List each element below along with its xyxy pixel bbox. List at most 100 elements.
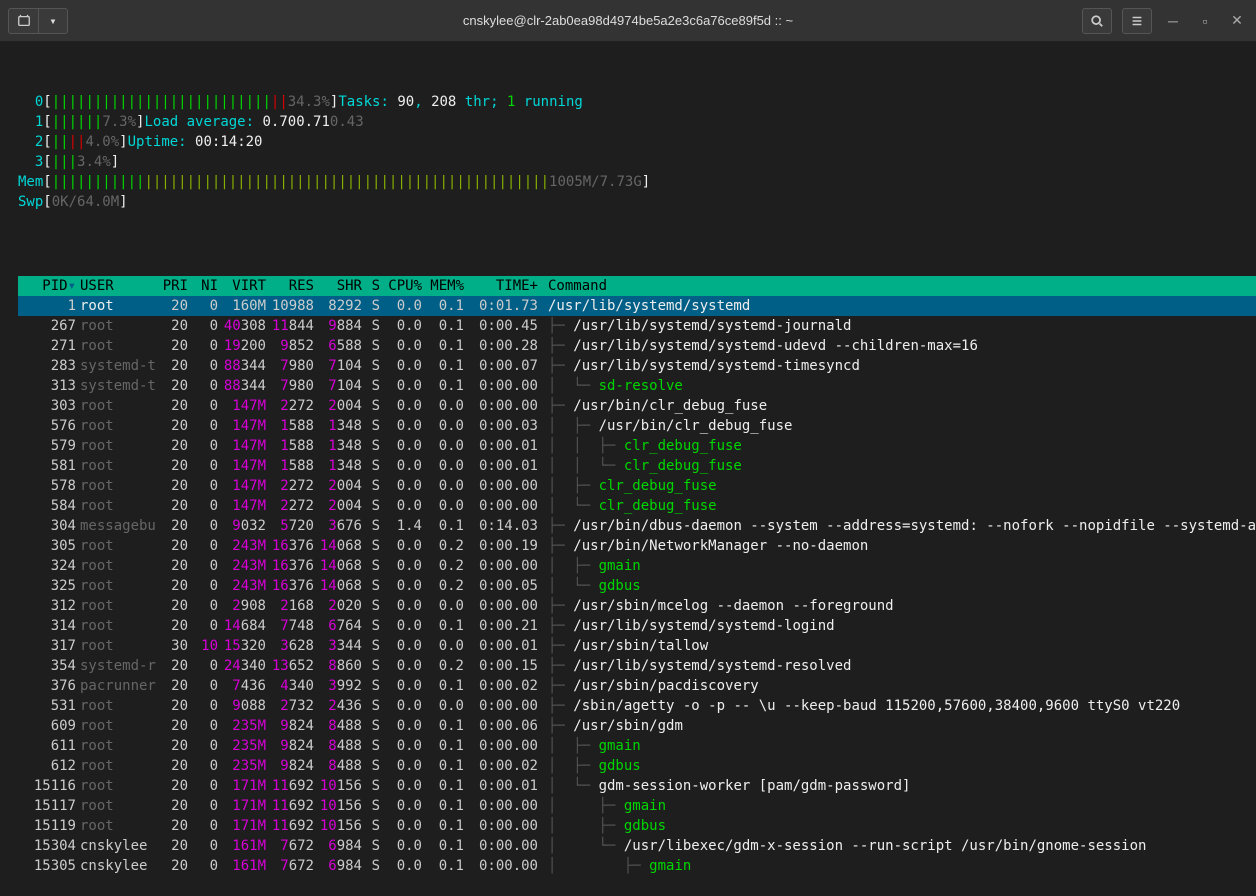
menu-button[interactable] <box>1122 8 1152 34</box>
process-row[interactable]: 314root2001468477486764S0.00.10:00.21├─ … <box>18 616 1256 636</box>
virt: 2908 <box>218 596 266 616</box>
user: root <box>76 476 154 496</box>
process-row[interactable]: 313systemd-t2008834479807104S0.00.10:00.… <box>18 376 1256 396</box>
search-button[interactable] <box>1082 8 1112 34</box>
mem: 0.0 <box>422 436 464 456</box>
process-row[interactable]: 15116root200171M1169210156S0.00.10:00.01… <box>18 776 1256 796</box>
mem: 0.1 <box>422 716 464 736</box>
pri: 20 <box>154 396 188 416</box>
mem: 0.2 <box>422 556 464 576</box>
new-tab-button[interactable] <box>8 8 38 34</box>
command: │ ├─ clr_debug_fuse <box>538 476 1256 496</box>
mem: 0.2 <box>422 536 464 556</box>
shr: 8488 <box>314 736 362 756</box>
col-header-TIME+[interactable]: TIME+ <box>464 276 538 296</box>
pid: 354 <box>18 656 76 676</box>
col-header-PID[interactable]: PID▾ <box>18 276 76 296</box>
process-row[interactable]: 531root200908827322436S0.00.00:00.00├─ /… <box>18 696 1256 716</box>
close-button[interactable]: ✕ <box>1226 12 1248 29</box>
user: root <box>76 716 154 736</box>
process-row[interactable]: 283systemd-t2008834479807104S0.00.10:00.… <box>18 356 1256 376</box>
cpu: 0.0 <box>380 596 422 616</box>
pri: 20 <box>154 576 188 596</box>
process-row[interactable]: 376pacrunner200743643403992S0.00.10:00.0… <box>18 676 1256 696</box>
minimize-button[interactable]: ─ <box>1162 13 1184 29</box>
process-row[interactable]: 15117root200171M1169210156S0.00.10:00.00… <box>18 796 1256 816</box>
process-row[interactable]: 584root200147M22722004S0.00.00:00.00│ └─… <box>18 496 1256 516</box>
process-row[interactable]: 325root200243M1637614068S0.00.20:00.05│ … <box>18 576 1256 596</box>
col-header-VIRT[interactable]: VIRT <box>218 276 266 296</box>
process-row[interactable]: 354systemd-r20024340136528860S0.00.20:00… <box>18 656 1256 676</box>
res: 9824 <box>266 736 314 756</box>
ni: 0 <box>188 436 218 456</box>
col-header-NI[interactable]: NI <box>188 276 218 296</box>
virt: 147M <box>218 476 266 496</box>
state: S <box>362 636 380 656</box>
process-row[interactable]: 578root200147M22722004S0.00.00:00.00│ ├─… <box>18 476 1256 496</box>
process-row[interactable]: 15119root200171M1169210156S0.00.10:00.00… <box>18 816 1256 836</box>
process-row[interactable]: 271root2001920098526588S0.00.10:00.28├─ … <box>18 336 1256 356</box>
virt: 88344 <box>218 356 266 376</box>
process-row[interactable]: 576root200147M15881348S0.00.00:00.03│ ├─… <box>18 416 1256 436</box>
state: S <box>362 416 380 436</box>
time: 0:00.00 <box>464 696 538 716</box>
user: root <box>76 536 154 556</box>
time: 0:00.19 <box>464 536 538 556</box>
process-table-header[interactable]: PID▾USERPRINIVIRTRESSHRSCPU%MEM%TIME+Com… <box>18 276 1256 296</box>
user: root <box>76 556 154 576</box>
command: │ ├─ gmain <box>538 556 1256 576</box>
process-row[interactable]: 303root200147M22722004S0.00.00:00.00├─ /… <box>18 396 1256 416</box>
command: │ │ └─ clr_debug_fuse <box>538 456 1256 476</box>
command: │ └─ gdbus <box>538 576 1256 596</box>
process-row[interactable]: 581root200147M15881348S0.00.00:00.01│ │ … <box>18 456 1256 476</box>
col-header-S[interactable]: S <box>362 276 380 296</box>
cpu: 0.0 <box>380 696 422 716</box>
pri: 20 <box>154 716 188 736</box>
process-row[interactable]: 304messagebu200903257203676S1.40.10:14.0… <box>18 516 1256 536</box>
process-row[interactable]: 317root30101532036283344S0.00.00:00.01├─… <box>18 636 1256 656</box>
terminal-output[interactable]: 0[|||||||||||||||||||||||||||| 34.3%] Ta… <box>0 42 1256 896</box>
col-header-CPU%[interactable]: CPU% <box>380 276 422 296</box>
ni: 0 <box>188 396 218 416</box>
process-row[interactable]: 305root200243M1637614068S0.00.20:00.19├─… <box>18 536 1256 556</box>
col-header-Command[interactable]: Command <box>538 276 1256 296</box>
state: S <box>362 676 380 696</box>
mem-meter: Mem[||||||||||||||||||||||||||||||||||||… <box>18 172 1256 192</box>
state: S <box>362 496 380 516</box>
process-row[interactable]: 611root200235M98248488S0.00.10:00.00│ ├─… <box>18 736 1256 756</box>
shr: 2436 <box>314 696 362 716</box>
shr: 9884 <box>314 316 362 336</box>
col-header-PRI[interactable]: PRI <box>154 276 188 296</box>
mem: 0.2 <box>422 656 464 676</box>
pid: 584 <box>18 496 76 516</box>
process-row[interactable]: 612root200235M98248488S0.00.10:00.02│ ├─… <box>18 756 1256 776</box>
col-header-RES[interactable]: RES <box>266 276 314 296</box>
maximize-button[interactable]: ▫ <box>1194 13 1216 29</box>
command: │ └─ sd-resolve <box>538 376 1256 396</box>
col-header-SHR[interactable]: SHR <box>314 276 362 296</box>
command: │ ├─ gdbus <box>538 756 1256 776</box>
process-row[interactable]: 312root200290821682020S0.00.00:00.00├─ /… <box>18 596 1256 616</box>
ni: 0 <box>188 736 218 756</box>
time: 0:00.21 <box>464 616 538 636</box>
pid: 1 <box>18 296 76 316</box>
ni: 0 <box>188 796 218 816</box>
process-row[interactable]: 609root200235M98248488S0.00.10:00.06├─ /… <box>18 716 1256 736</box>
process-row[interactable]: 15304cnskylee200161M76726984S0.00.10:00.… <box>18 836 1256 856</box>
process-row[interactable]: 267root20040308118449884S0.00.10:00.45├─… <box>18 316 1256 336</box>
process-row[interactable]: 579root200147M15881348S0.00.00:00.01│ │ … <box>18 436 1256 456</box>
time: 0:00.00 <box>464 376 538 396</box>
process-row[interactable]: 324root200243M1637614068S0.00.20:00.00│ … <box>18 556 1256 576</box>
tab-dropdown-button[interactable]: ▾ <box>38 8 68 34</box>
user: systemd-t <box>76 356 154 376</box>
col-header-USER[interactable]: USER <box>76 276 154 296</box>
shr: 10156 <box>314 816 362 836</box>
process-row[interactable]: 15305cnskylee200161M76726984S0.00.10:00.… <box>18 856 1256 876</box>
ni: 0 <box>188 856 218 876</box>
user: messagebu <box>76 516 154 536</box>
command: │ └─ gdm-session-worker [pam/gdm-passwor… <box>538 776 1256 796</box>
process-row[interactable]: 1root200160M109888292S0.00.10:01.73/usr/… <box>18 296 1256 316</box>
command: ├─ /usr/lib/systemd/systemd-logind <box>538 616 1256 636</box>
col-header-MEM%[interactable]: MEM% <box>422 276 464 296</box>
ni: 0 <box>188 296 218 316</box>
